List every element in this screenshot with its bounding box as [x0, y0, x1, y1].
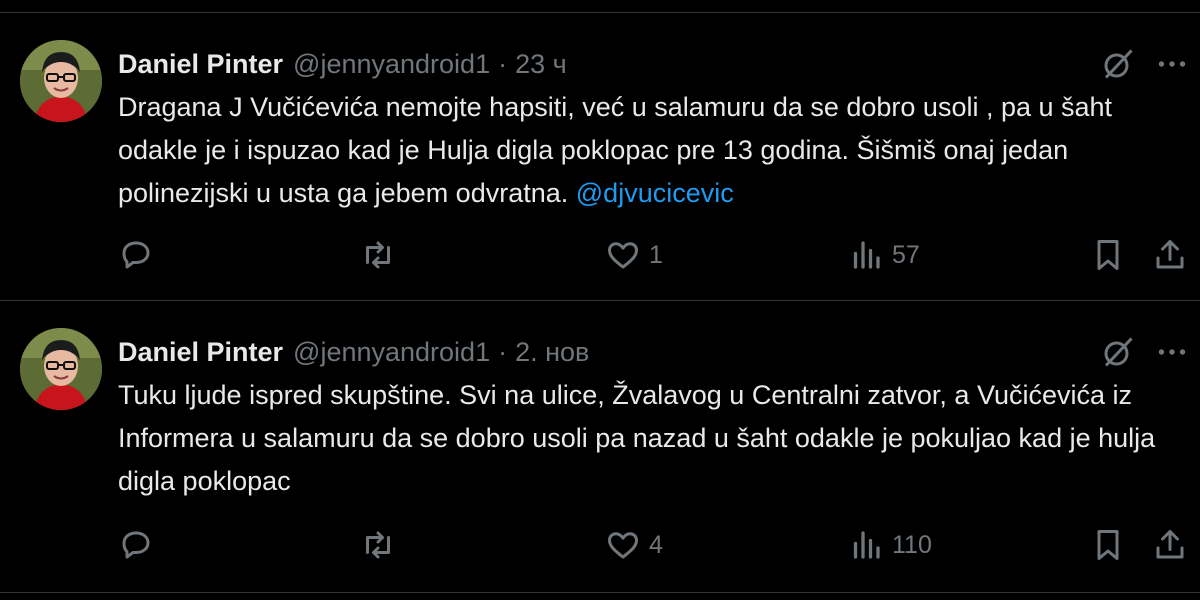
views-button[interactable]: 57	[848, 235, 920, 275]
avatar[interactable]	[20, 40, 102, 122]
like-button[interactable]: 1	[605, 235, 663, 275]
reply-icon	[122, 531, 150, 559]
views-icon	[853, 531, 880, 559]
more-icon[interactable]	[1154, 46, 1190, 82]
timestamp[interactable]: 2. нов	[515, 337, 589, 368]
author-handle[interactable]: @jennyandroid1	[293, 49, 490, 80]
tweet-divider	[0, 300, 1200, 301]
tweet[interactable]: Daniel Pinter @jennyandroid1 · 2. нов Tu…	[0, 328, 1200, 578]
tweet-body-text: Tuku ljude ispred skupštine. Svi na ulic…	[118, 380, 1156, 496]
share-icon	[1156, 240, 1184, 269]
views-icon	[853, 241, 880, 269]
reply-icon	[122, 241, 150, 269]
reply-button[interactable]	[118, 525, 162, 565]
more-icon[interactable]	[1154, 334, 1190, 370]
author-name[interactable]: Daniel Pinter	[118, 49, 283, 80]
grok-icon[interactable]	[1100, 334, 1136, 370]
grok-icon[interactable]	[1100, 46, 1136, 82]
tweet-text: Tuku ljude ispred skupštine. Svi na ulic…	[118, 374, 1188, 503]
timestamp[interactable]: 23 ч	[515, 49, 567, 80]
bookmark-icon	[1097, 530, 1119, 560]
like-count: 1	[649, 240, 663, 269]
repost-button[interactable]	[360, 235, 404, 275]
bookmark-button[interactable]	[1090, 235, 1126, 275]
separator-dot: ·	[498, 336, 508, 367]
top-divider	[0, 12, 1200, 13]
repost-icon	[366, 531, 390, 559]
views-button[interactable]: 110	[848, 525, 932, 565]
like-count: 4	[649, 530, 663, 559]
bottom-divider	[0, 592, 1200, 593]
repost-button[interactable]	[360, 525, 404, 565]
mention-link[interactable]: @djvucicevic	[576, 178, 734, 208]
author-name[interactable]: Daniel Pinter	[118, 337, 283, 368]
reply-button[interactable]	[118, 235, 162, 275]
view-count: 110	[892, 530, 932, 559]
separator-dot: ·	[498, 48, 508, 79]
view-count: 57	[892, 240, 920, 269]
share-button[interactable]	[1152, 525, 1188, 565]
action-bar: 4 110	[0, 525, 1200, 565]
action-bar: 1 57	[0, 235, 1200, 275]
share-icon	[1156, 530, 1184, 559]
bookmark-button[interactable]	[1090, 525, 1126, 565]
like-icon	[608, 242, 638, 269]
tweet[interactable]: Daniel Pinter @jennyandroid1 · 23 ч Drag…	[0, 40, 1200, 290]
share-button[interactable]	[1152, 235, 1188, 275]
author-handle[interactable]: @jennyandroid1	[293, 337, 490, 368]
bookmark-icon	[1097, 240, 1119, 270]
avatar[interactable]	[20, 328, 102, 410]
like-button[interactable]: 4	[605, 525, 663, 565]
repost-icon	[366, 241, 390, 269]
like-icon	[608, 532, 638, 559]
tweet-text: Dragana J Vučićevića nemojte hapsiti, ve…	[118, 86, 1188, 215]
